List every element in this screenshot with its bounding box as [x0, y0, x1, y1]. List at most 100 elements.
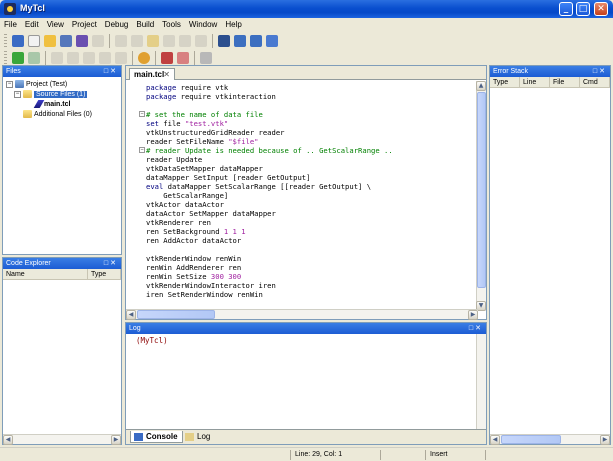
scroll-left-icon[interactable]: ◀: [490, 435, 500, 445]
collapse-icon[interactable]: −: [6, 80, 13, 88]
panel-controls[interactable]: □✕: [104, 258, 118, 269]
scroll-thumb[interactable]: [477, 92, 486, 288]
find-next-icon[interactable]: [234, 35, 246, 47]
maximize-button[interactable]: □: [576, 2, 590, 16]
scroll-right-icon[interactable]: ▶: [468, 310, 478, 320]
code-line[interactable]: vtkUnstructuredGridReader reader: [146, 128, 284, 137]
step-icon[interactable]: [28, 52, 40, 64]
code-line[interactable]: dataMapper SetInput [reader GetOutput]: [146, 173, 310, 182]
delete-icon[interactable]: [163, 35, 175, 47]
code-line[interactable]: package require vtkinteraction: [146, 92, 276, 101]
column-header-line[interactable]: Line: [520, 77, 550, 87]
code-line[interactable]: set file "test.vtk": [146, 119, 228, 128]
toolbar-grip[interactable]: [4, 51, 7, 65]
column-header-type[interactable]: Type: [88, 269, 121, 279]
panel-controls[interactable]: □✕: [469, 323, 483, 334]
find-in-files-icon[interactable]: [266, 35, 278, 47]
code-area[interactable]: package require vtk package require vtkin…: [126, 81, 478, 311]
horizontal-scrollbar[interactable]: ◀ ▶: [490, 434, 610, 445]
run-icon[interactable]: [12, 52, 24, 64]
menu-project[interactable]: Project: [68, 18, 101, 31]
step-into-icon[interactable]: [51, 52, 63, 64]
code-line[interactable]: renWin AddRenderer ren: [146, 263, 241, 272]
scroll-right-icon[interactable]: ▶: [600, 435, 610, 445]
undo-icon[interactable]: [179, 35, 191, 47]
paste-icon[interactable]: [147, 35, 159, 47]
minimize-button[interactable]: _: [559, 2, 573, 16]
toolbar-grip[interactable]: [4, 34, 7, 48]
code-line[interactable]: package require vtk: [146, 83, 228, 92]
redo-icon[interactable]: [195, 35, 207, 47]
horizontal-scrollbar[interactable]: ◀ ▶: [3, 434, 121, 445]
scroll-thumb[interactable]: [137, 310, 215, 319]
code-line[interactable]: vtkRenderWindow renWin: [146, 254, 241, 263]
new-project-icon[interactable]: [12, 35, 24, 47]
collapse-icon[interactable]: −: [14, 90, 21, 98]
code-line[interactable]: eval dataMapper SetScalarRange [[reader …: [146, 182, 371, 191]
menu-tools[interactable]: Tools: [158, 18, 185, 31]
code-line[interactable]: iren SetRenderWindow renWin: [146, 290, 263, 299]
find-icon[interactable]: [218, 35, 230, 47]
tree-item-source-files[interactable]: − Source Files (1): [6, 90, 92, 100]
code-line[interactable]: vtkRenderer ren: [146, 218, 211, 227]
scroll-up-icon[interactable]: ▲: [476, 81, 486, 91]
tree-item-project[interactable]: − Project (Test): [6, 80, 92, 90]
print-icon[interactable]: [92, 35, 104, 47]
code-line[interactable]: reader Update: [146, 155, 202, 164]
close-button[interactable]: ✕: [594, 2, 608, 16]
close-tab-icon[interactable]: ✕: [163, 69, 170, 80]
horizontal-scrollbar[interactable]: ◀ ▶: [126, 309, 478, 320]
menu-build[interactable]: Build: [132, 18, 158, 31]
toggle-breakpoint-icon[interactable]: [161, 52, 173, 64]
scroll-right-icon[interactable]: ▶: [111, 435, 121, 445]
vertical-scrollbar[interactable]: ▲ ▼: [476, 81, 486, 311]
code-line[interactable]: dataActor SetMapper dataMapper: [146, 209, 276, 218]
code-line[interactable]: ren SetBackground 1 1 1: [146, 227, 246, 236]
menu-help[interactable]: Help: [221, 18, 245, 31]
scroll-left-icon[interactable]: ◀: [3, 435, 13, 445]
copy-icon[interactable]: [131, 35, 143, 47]
settings-icon[interactable]: [200, 52, 212, 64]
menu-view[interactable]: View: [43, 18, 68, 31]
code-line[interactable]: renWin SetSize 300 300: [146, 272, 241, 281]
panel-controls[interactable]: □✕: [593, 66, 607, 77]
column-header-file[interactable]: File: [550, 77, 580, 87]
save-all-icon[interactable]: [76, 35, 88, 47]
tab-log[interactable]: Log: [182, 431, 214, 443]
scroll-thumb[interactable]: [501, 435, 561, 444]
run-to-cursor-icon[interactable]: [99, 52, 111, 64]
open-folder-icon[interactable]: [44, 35, 56, 47]
cut-icon[interactable]: [115, 35, 127, 47]
code-line[interactable]: # set the name of data file: [146, 110, 263, 119]
fold-icon[interactable]: −: [139, 147, 145, 153]
menu-debug[interactable]: Debug: [101, 18, 133, 31]
code-line[interactable]: ren AddActor dataActor: [146, 236, 241, 245]
code-line[interactable]: vtkDataSetMapper dataMapper: [146, 164, 263, 173]
save-icon[interactable]: [60, 35, 72, 47]
tab-console[interactable]: Console: [130, 431, 183, 443]
stop-icon[interactable]: [115, 52, 127, 64]
menu-window[interactable]: Window: [185, 18, 221, 31]
replace-icon[interactable]: [250, 35, 262, 47]
vertical-scrollbar[interactable]: [476, 334, 486, 430]
code-line[interactable]: reader SetFileName "$file": [146, 137, 259, 146]
panel-controls[interactable]: □✕: [104, 66, 118, 77]
tab-main-tcl[interactable]: main.tcl ✕: [129, 68, 175, 80]
code-line[interactable]: # reader Update is needed because of .. …: [146, 146, 393, 155]
code-line[interactable]: vtkActor dataActor: [146, 200, 224, 209]
step-over-icon[interactable]: [67, 52, 79, 64]
new-file-icon[interactable]: [28, 35, 40, 47]
tree-item-main-tcl[interactable]: main.tcl: [6, 100, 92, 110]
breakpoint-icon[interactable]: [138, 52, 150, 64]
column-header-cmd[interactable]: Cmd: [580, 77, 610, 87]
clear-breakpoints-icon[interactable]: [177, 52, 189, 64]
column-header-type[interactable]: Type: [490, 77, 520, 87]
step-out-icon[interactable]: [83, 52, 95, 64]
menu-file[interactable]: File: [0, 18, 21, 31]
scroll-left-icon[interactable]: ◀: [126, 310, 136, 320]
log-output[interactable]: (MyTcl): [136, 336, 168, 345]
tree-item-additional-files[interactable]: Additional Files (0): [6, 110, 92, 120]
menu-edit[interactable]: Edit: [21, 18, 43, 31]
fold-icon[interactable]: −: [139, 111, 145, 117]
column-header-name[interactable]: Name: [3, 269, 88, 279]
